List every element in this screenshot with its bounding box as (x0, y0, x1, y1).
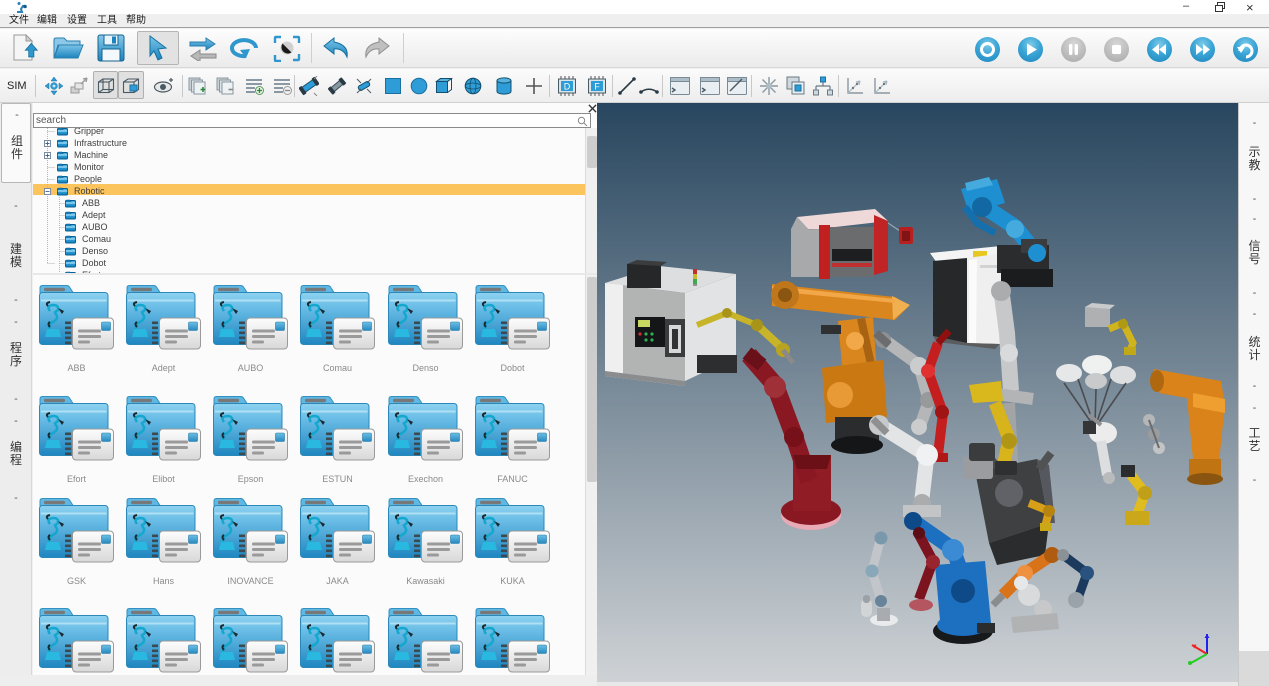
svg-text:D: D (564, 82, 571, 92)
svg-text:F: F (594, 82, 600, 92)
